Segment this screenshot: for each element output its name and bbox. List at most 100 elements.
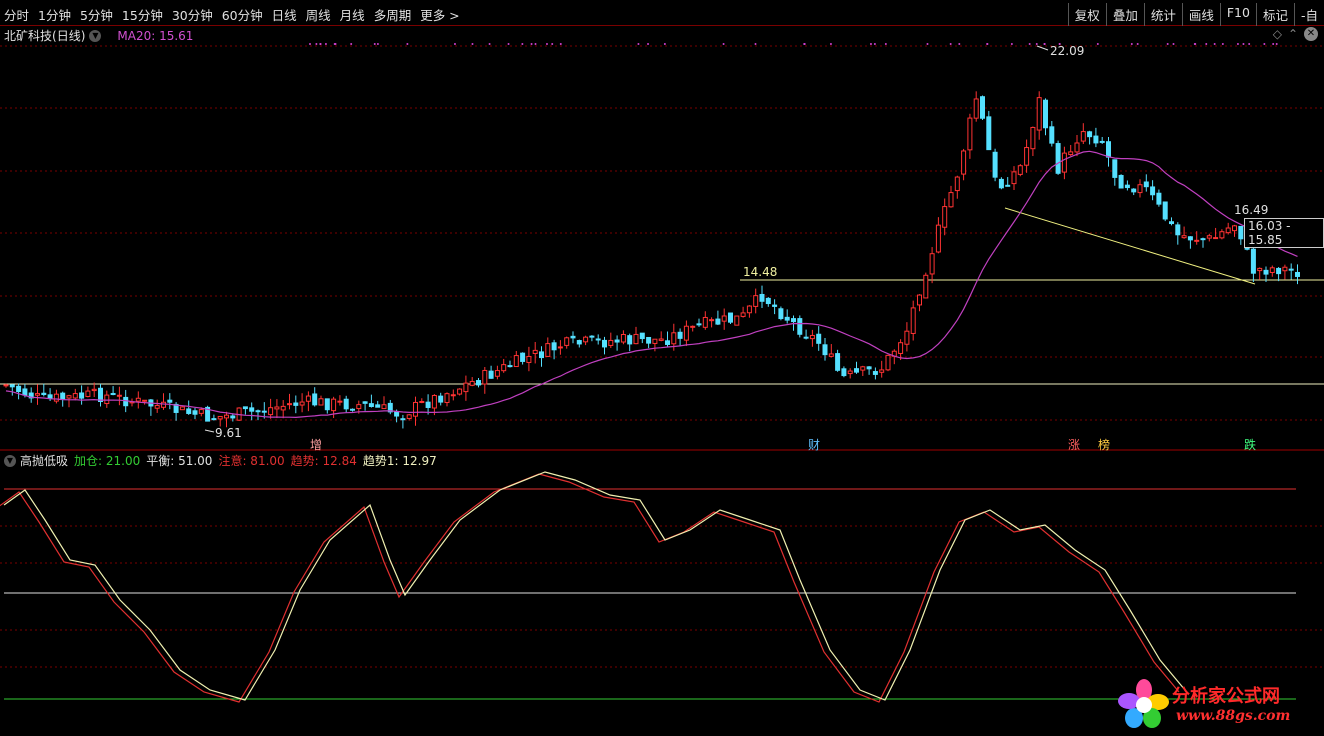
- event-marker-rise[interactable]: 涨: [1068, 436, 1080, 453]
- candle-body: [1269, 267, 1275, 273]
- candle-body: [287, 403, 292, 406]
- flower-logo-icon: [1118, 679, 1169, 728]
- signal-dot: [319, 43, 322, 45]
- trend1-curve: [3, 471, 1186, 701]
- candle-body: [872, 371, 878, 375]
- candle-body: [217, 415, 223, 420]
- candle-body: [356, 404, 362, 410]
- candle-body: [1225, 227, 1231, 234]
- candle-body: [91, 388, 97, 392]
- candle-body: [854, 368, 859, 373]
- event-marker-fall[interactable]: 跌: [1244, 436, 1256, 453]
- candle-body: [9, 384, 15, 388]
- drawn-trend-line: [1004, 207, 1256, 285]
- event-marker-finance[interactable]: 财: [808, 436, 820, 453]
- candle-body: [992, 151, 998, 178]
- candle-body: [394, 411, 400, 417]
- candle-body: [620, 333, 626, 343]
- crosshair-price-label: 16.03 - 15.85: [1244, 218, 1324, 248]
- candle-body: [1030, 126, 1036, 150]
- candle-body: [1093, 135, 1099, 144]
- event-marker-rank[interactable]: 榜: [1098, 436, 1110, 453]
- candle-body: [935, 224, 941, 253]
- candle-body: [469, 380, 475, 386]
- candle-body: [1087, 131, 1093, 138]
- signal-dot: [754, 43, 757, 45]
- signal-dot: [1130, 43, 1133, 45]
- candle-body: [368, 403, 374, 408]
- candle-body: [1106, 141, 1111, 158]
- signal-dot: [1213, 43, 1216, 45]
- candle-body: [835, 353, 841, 371]
- candle-body: [230, 415, 236, 419]
- candle-body: [425, 401, 431, 408]
- candle-body: [998, 178, 1004, 189]
- candle-body: [1143, 181, 1149, 188]
- signal-dot: [488, 43, 491, 45]
- candle-body: [683, 325, 689, 341]
- candle-body: [324, 398, 330, 411]
- signal-dot: [1272, 43, 1275, 45]
- candle-body: [583, 336, 589, 343]
- signal-dot: [350, 43, 353, 45]
- candle-body: [1238, 225, 1244, 240]
- candle-body: [539, 351, 544, 359]
- candle-body: [576, 340, 582, 345]
- event-marker-increase[interactable]: 增: [310, 436, 322, 453]
- candle-body: [123, 396, 129, 407]
- indicator-dropdown-icon[interactable]: ▼: [4, 454, 16, 467]
- candle-body: [1213, 237, 1219, 240]
- candle-body: [772, 304, 778, 307]
- candle-body: [450, 394, 456, 397]
- high-pointer: [1036, 45, 1049, 51]
- candle-body: [513, 355, 519, 368]
- signal-dot: [958, 43, 961, 45]
- candle-body: [791, 318, 796, 323]
- signal-dot: [1035, 43, 1038, 45]
- indicator-name: 高抛低吸: [20, 454, 69, 468]
- signal-dot: [324, 43, 327, 45]
- candle-body: [482, 369, 488, 385]
- watermark-title: 分析家公式网: [1172, 686, 1280, 707]
- candle-body: [545, 343, 551, 357]
- candle-body: [948, 192, 954, 208]
- candle-body: [488, 370, 494, 379]
- candle-body: [973, 98, 979, 119]
- watermark-url: www.88gs.com: [1176, 708, 1291, 724]
- signal-dot: [926, 43, 929, 45]
- candle-body: [1150, 186, 1156, 196]
- candle-body: [1250, 248, 1256, 274]
- candle-body: [438, 395, 444, 403]
- kline-chart[interactable]: [0, 0, 1324, 736]
- signal-dot: [1096, 43, 1099, 45]
- candle-body: [526, 355, 532, 363]
- candle-body: [879, 369, 885, 373]
- candle-body: [337, 400, 343, 403]
- signal-dot: [869, 43, 872, 45]
- signal-dot: [1172, 43, 1175, 45]
- candle-body: [186, 408, 192, 414]
- candle-body: [1080, 131, 1086, 142]
- candle-body: [702, 316, 708, 328]
- candle-body: [116, 394, 122, 397]
- candle-body: [551, 342, 557, 351]
- candle-body: [60, 392, 66, 400]
- candle-body: [1169, 221, 1174, 225]
- candle-body: [1162, 201, 1168, 220]
- candle-body: [1068, 151, 1074, 156]
- candle-body: [967, 117, 973, 151]
- candle-body: [79, 392, 85, 399]
- candle-body: [476, 380, 481, 386]
- candle-body: [343, 398, 349, 410]
- candle-body: [249, 407, 255, 412]
- candle-body: [457, 388, 463, 395]
- signal-dot: [1043, 43, 1046, 45]
- signal-dot: [637, 43, 640, 45]
- candle-body: [557, 346, 563, 349]
- candle-body: [1131, 188, 1137, 193]
- candle-body: [1219, 231, 1225, 239]
- candle-body: [1049, 126, 1055, 144]
- signal-dot: [663, 43, 666, 45]
- candle-body: [929, 253, 935, 275]
- candle-body: [759, 293, 765, 302]
